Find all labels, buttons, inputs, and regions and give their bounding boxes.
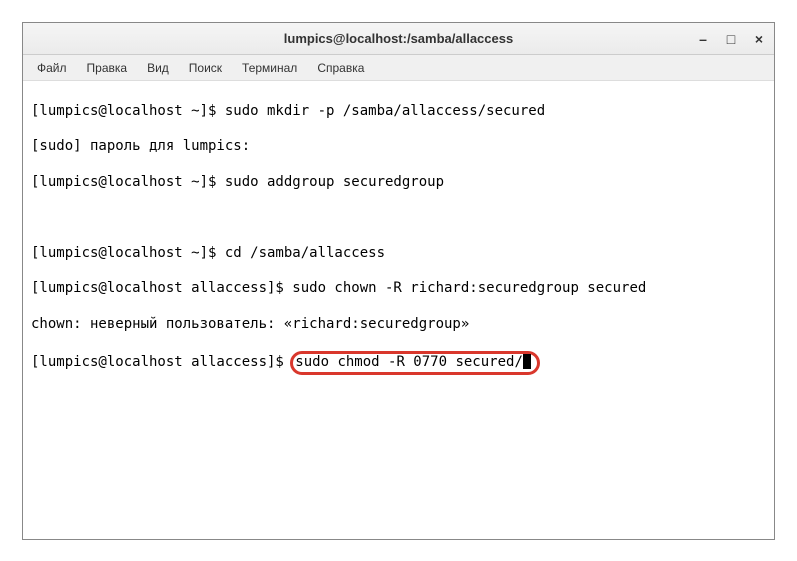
maximize-button[interactable]: □: [724, 32, 738, 46]
terminal-line: [sudo] пароль для lumpics:: [31, 138, 766, 156]
menu-edit[interactable]: Правка: [79, 58, 136, 78]
terminal-line: [lumpics@localhost allaccess]$ sudo chmo…: [31, 351, 766, 375]
terminal-command: sudo chmod -R 0770 secured/: [295, 354, 523, 370]
terminal-line: chown: неверный пользователь: «richard:s…: [31, 316, 766, 334]
titlebar: lumpics@localhost:/samba/allaccess – □ ×: [23, 23, 774, 55]
window-controls: – □ ×: [696, 32, 766, 46]
terminal-line: [lumpics@localhost ~]$ cd /samba/allacce…: [31, 245, 766, 263]
terminal-line: [lumpics@localhost allaccess]$ sudo chow…: [31, 280, 766, 298]
cursor-icon: [523, 354, 531, 369]
minimize-button[interactable]: –: [696, 32, 710, 46]
terminal-line: [lumpics@localhost ~]$ sudo mkdir -p /sa…: [31, 103, 766, 121]
close-button[interactable]: ×: [752, 32, 766, 46]
terminal-line: [lumpics@localhost ~]$ sudo addgroup sec…: [31, 174, 766, 192]
terminal-output[interactable]: [lumpics@localhost ~]$ sudo mkdir -p /sa…: [23, 81, 774, 539]
menu-file[interactable]: Файл: [29, 58, 75, 78]
menubar: Файл Правка Вид Поиск Терминал Справка: [23, 55, 774, 81]
terminal-line: [31, 209, 766, 227]
menu-terminal[interactable]: Терминал: [234, 58, 305, 78]
menu-help[interactable]: Справка: [309, 58, 372, 78]
terminal-window: lumpics@localhost:/samba/allaccess – □ ×…: [22, 22, 775, 540]
menu-search[interactable]: Поиск: [181, 58, 230, 78]
window-title: lumpics@localhost:/samba/allaccess: [284, 31, 513, 46]
terminal-prompt: [lumpics@localhost allaccess]$: [31, 354, 292, 370]
menu-view[interactable]: Вид: [139, 58, 177, 78]
command-highlight: sudo chmod -R 0770 secured/: [290, 351, 540, 375]
